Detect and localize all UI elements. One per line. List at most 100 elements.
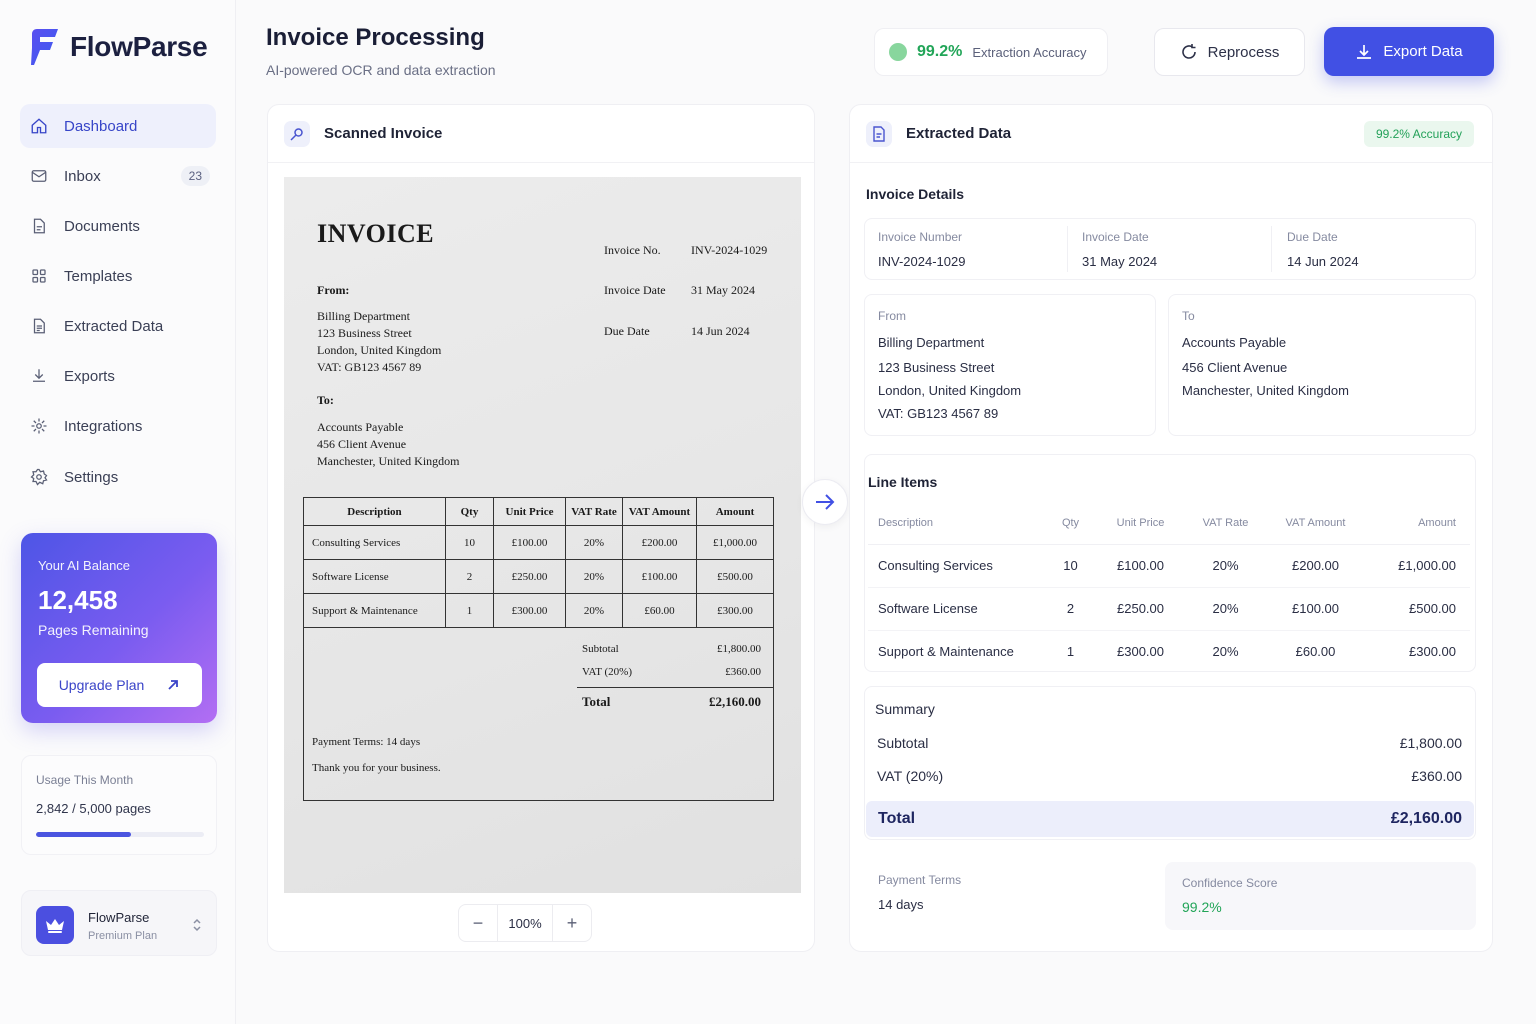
- sidebar-item-label: Dashboard: [64, 117, 138, 135]
- doc-cell: £200.00: [622, 525, 697, 560]
- doc-invoice-no-label: Invoice No.: [604, 243, 661, 257]
- total-label: Total: [878, 810, 916, 827]
- line-items-table: Description Qty Unit Price VAT Rate VAT …: [868, 502, 1470, 673]
- doc-from-line: Billing Department: [317, 309, 410, 323]
- column-header: VAT Amount: [1263, 502, 1368, 545]
- cell-vat-rate: 20%: [1188, 544, 1263, 588]
- sidebar-item-dashboard[interactable]: Dashboard: [20, 104, 216, 148]
- scan-icon: [284, 120, 310, 147]
- scanned-invoice-image: INVOICE Invoice No. INV-2024-1029 Invoic…: [284, 177, 801, 893]
- doc-vat: £360.00: [725, 666, 761, 678]
- page-subtitle: AI-powered OCR and data extraction: [266, 62, 496, 78]
- to-line: 456 Client Avenue: [1182, 360, 1288, 375]
- sidebar-item-inbox[interactable]: Inbox 23: [20, 154, 216, 198]
- cell-qty: 10: [1048, 544, 1093, 588]
- vat-label: VAT (20%): [877, 768, 944, 784]
- cell-amount: £300.00: [1409, 644, 1456, 660]
- column-header: VAT Rate: [1188, 502, 1263, 545]
- doc-cell: Software License: [303, 559, 446, 594]
- doc-cell: £300.00: [696, 593, 774, 628]
- sidebar-item-label: Documents: [64, 217, 140, 235]
- account-plan: Premium Plan: [88, 930, 158, 942]
- table-row[interactable]: Consulting Services 10 £100.00 20% £200.…: [868, 544, 1470, 588]
- cell-vat-rate: 20%: [1212, 644, 1239, 660]
- subtotal-value: £1,800.00: [1399, 735, 1462, 751]
- cell-description: Support & Maintenance: [878, 644, 1014, 660]
- table-row[interactable]: Support & Maintenance 1 £300.00 20% £60.…: [868, 630, 1470, 673]
- doc-from-line: VAT: GB123 4567 89: [317, 360, 422, 374]
- doc-vat-label: VAT (20%): [582, 666, 633, 678]
- balance-sub: Pages Remaining: [38, 622, 149, 638]
- cell-vat-amount: £200.00: [1263, 544, 1368, 588]
- doc-totals-box: [303, 624, 774, 801]
- invoice-details-title: Invoice Details: [866, 186, 965, 202]
- zoom-in-button[interactable]: +: [553, 913, 591, 934]
- upgrade-plan-button[interactable]: Upgrade Plan: [37, 663, 202, 707]
- sidebar-item-integrations[interactable]: Integrations: [20, 404, 216, 448]
- divider: [1067, 226, 1068, 272]
- payment-terms-value: 14 days: [878, 897, 924, 912]
- doc-to-line: 456 Client Avenue: [317, 437, 407, 451]
- sidebar-item-settings[interactable]: Settings: [20, 455, 216, 499]
- doc-cell: £100.00: [493, 525, 566, 560]
- doc-cell: 20%: [565, 559, 623, 594]
- doc-cell: 10: [445, 525, 494, 560]
- column-header: Unit Price: [1093, 502, 1188, 545]
- file-data-icon: [33, 318, 45, 334]
- usage-progress-fill: [36, 832, 132, 837]
- reprocess-button[interactable]: Reprocess: [1154, 28, 1305, 76]
- cell-qty: 1: [1066, 644, 1075, 660]
- doc-cell: £300.00: [493, 593, 566, 628]
- doc-table-row: Consulting Services 10 £100.00 20% £200.…: [303, 525, 774, 560]
- sidebar-item-documents[interactable]: Documents: [20, 204, 216, 248]
- table-row[interactable]: Software License 2 £250.00 20% £100.00 £…: [868, 587, 1470, 631]
- from-line: 123 Business Street: [878, 360, 995, 375]
- invoice-date-value: 31 May 2024: [1082, 254, 1158, 269]
- usage-label: Usage This Month: [36, 773, 134, 787]
- confidence-box: [1165, 862, 1476, 930]
- export-data-button[interactable]: Export Data: [1324, 27, 1494, 76]
- doc-invoice-no: INV-2024-1029: [691, 243, 768, 257]
- sidebar-item-label: Settings: [64, 468, 119, 486]
- vat-value: £360.00: [1411, 768, 1462, 784]
- export-data-label: Export Data: [1383, 43, 1463, 60]
- doc-cell: £60.00: [622, 593, 697, 628]
- doc-cell: £1,000.00: [696, 525, 774, 560]
- sidebar-item-label: Exports: [64, 367, 115, 385]
- doc-total-divider: [577, 687, 774, 688]
- subtotal-label: Subtotal: [877, 735, 929, 751]
- doc-cell: £100.00: [622, 559, 697, 594]
- reprocess-label: Reprocess: [1207, 43, 1280, 61]
- sidebar-item-label: Integrations: [64, 417, 143, 435]
- zoom-out-button[interactable]: −: [459, 913, 497, 934]
- line-items-title: Line Items: [868, 474, 938, 490]
- upgrade-plan-label: Upgrade Plan: [58, 677, 145, 693]
- to-line: Accounts Payable: [1182, 335, 1287, 350]
- sidebar-item-extracted-data[interactable]: Extracted Data: [20, 304, 216, 348]
- total-row: Total £2,160.00: [866, 801, 1474, 837]
- logo[interactable]: FlowParse: [28, 28, 208, 66]
- doc-to-line: Accounts Payable: [317, 420, 404, 434]
- invoice-heading: INVOICE: [317, 219, 435, 248]
- cell-unit-price: £100.00: [1093, 544, 1188, 588]
- doc-invoice-date-label: Invoice Date: [604, 283, 666, 297]
- doc-table-row: Software License 2 £250.00 20% £100.00 £…: [303, 559, 774, 594]
- sidebar-item-templates[interactable]: Templates: [20, 254, 216, 298]
- zoom-level: 100%: [497, 905, 553, 941]
- doc-col-header: VAT Rate: [565, 497, 623, 526]
- sidebar-item-exports[interactable]: Exports: [20, 354, 216, 398]
- due-date-value: 14 Jun 2024: [1287, 254, 1359, 269]
- usage-value: 2,842 / 5,000 pages: [36, 801, 151, 816]
- account-switcher[interactable]: FlowParse Premium Plan: [21, 890, 217, 956]
- document-icon: [866, 120, 892, 147]
- total-value: £2,160.00: [1390, 810, 1462, 827]
- confidence-label: Confidence Score: [1182, 876, 1278, 890]
- doc-to-label: To:: [317, 393, 334, 407]
- account-name: FlowParse: [88, 910, 150, 925]
- balance-value: 12,458: [38, 585, 118, 615]
- doc-cell: 2: [445, 559, 494, 594]
- doc-line-items-table: Description Qty Unit Price VAT Rate VAT …: [303, 497, 774, 628]
- cell-vat-amount: £60.00: [1295, 644, 1336, 660]
- doc-col-header: Amount: [696, 497, 774, 526]
- sidebar-item-label: Inbox: [64, 167, 101, 185]
